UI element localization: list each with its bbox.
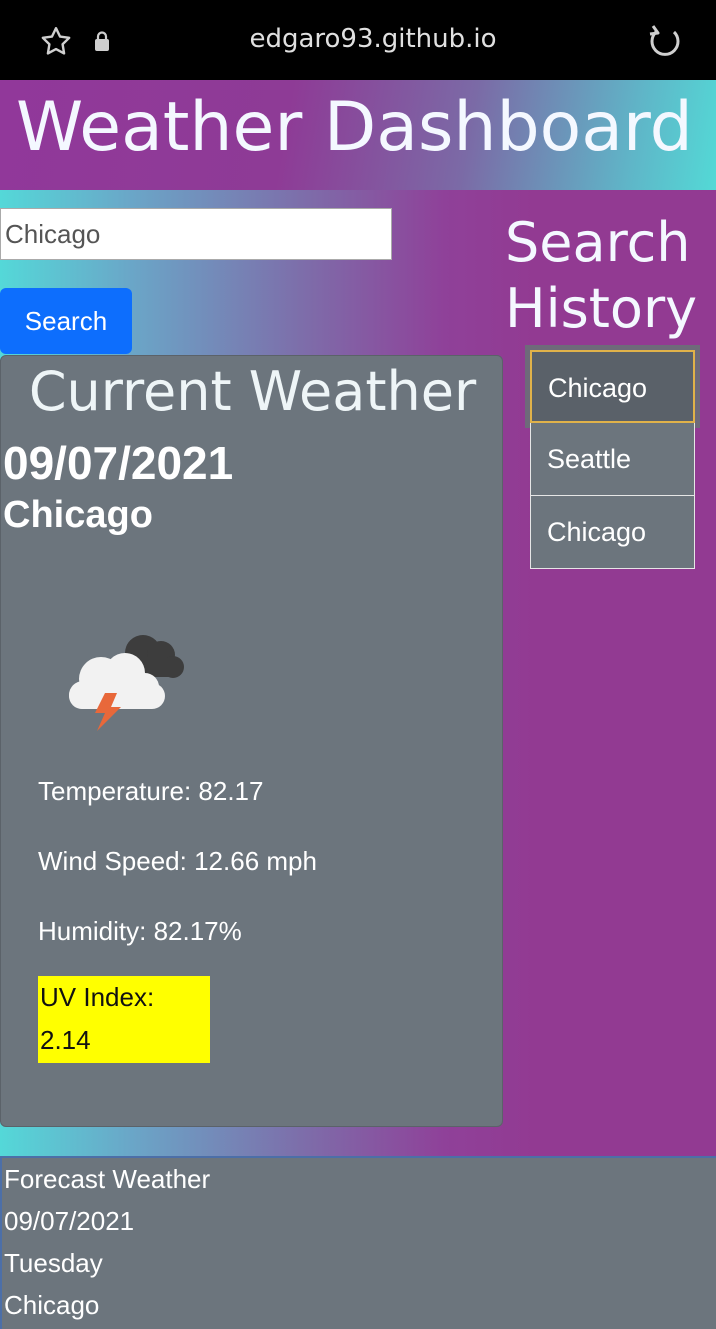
reload-icon[interactable] <box>644 22 684 62</box>
current-weather-title: Current Weather <box>28 360 477 423</box>
thunderstorm-icon <box>69 635 184 731</box>
forecast-section: Forecast Weather 09/07/2021 Tuesday Chic… <box>0 1156 716 1329</box>
history-item-chicago-2[interactable]: Chicago <box>530 496 695 569</box>
forecast-title: Forecast Weather <box>4 1164 211 1194</box>
history-title-line2: History <box>505 277 698 340</box>
forecast-day: Tuesday <box>4 1248 103 1278</box>
current-city: Chicago <box>3 494 153 536</box>
header-banner: Weather Dashboard <box>0 80 716 190</box>
current-date: 09/07/2021 <box>3 437 234 489</box>
page-title: Weather Dashboard <box>16 88 693 167</box>
current-weather-card: Current Weather 09/07/2021 Chicago Tempe… <box>0 355 503 1127</box>
humidity-text: Humidity: 82.17% <box>38 916 242 946</box>
page-body: Weather Dashboard Search Search History … <box>0 80 716 1329</box>
uv-index-badge: UV Index: 2.14 <box>38 976 210 1063</box>
history-title-line1: Search <box>505 211 691 274</box>
uv-index-value: 2.14 <box>40 1025 91 1055</box>
search-input[interactable] <box>0 208 392 260</box>
search-button[interactable]: Search <box>0 288 132 354</box>
uv-index-label: UV Index: <box>40 982 155 1012</box>
temperature-text: Temperature: 82.17 <box>38 776 264 806</box>
search-history-title: Search History <box>505 210 705 342</box>
browser-toolbar: edgaro93.github.io <box>0 0 716 80</box>
forecast-city: Chicago <box>4 1290 100 1320</box>
wind-speed-text: Wind Speed: 12.66 mph <box>38 846 317 876</box>
forecast-date: 09/07/2021 <box>4 1206 135 1236</box>
history-item-chicago[interactable]: Chicago <box>530 350 695 423</box>
history-item-seattle[interactable]: Seattle <box>530 423 695 496</box>
url-text[interactable]: edgaro93.github.io <box>0 24 716 54</box>
history-list: Chicago Seattle Chicago <box>525 350 701 569</box>
